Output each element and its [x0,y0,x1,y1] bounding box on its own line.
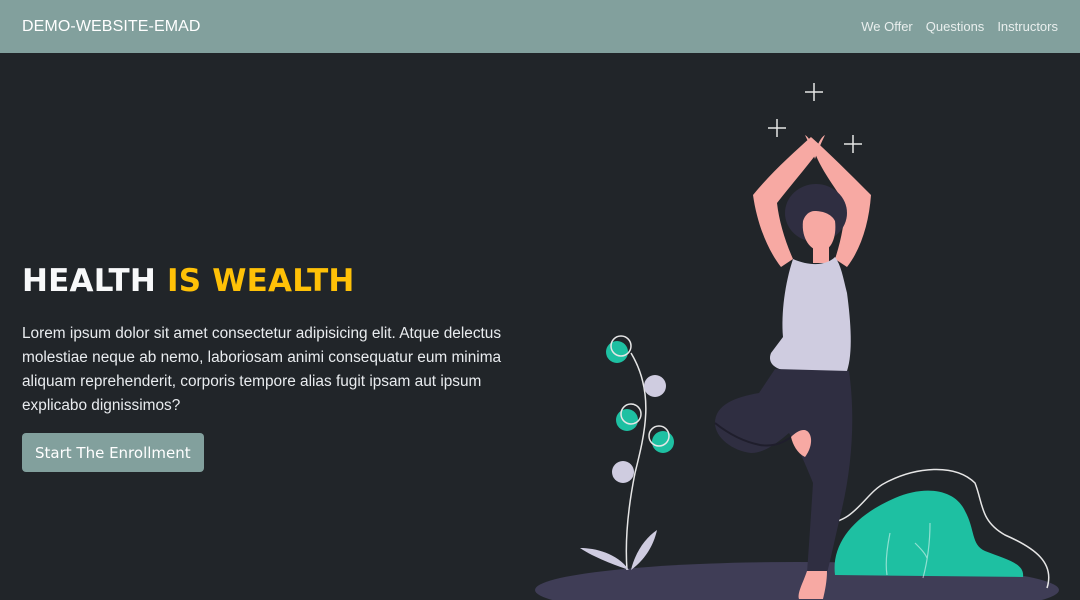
nav-link-we-offer[interactable]: We Offer [861,19,913,34]
nav-links: We Offer Questions Instructors [861,19,1058,34]
hero-title-part1: HEALTH [22,263,168,299]
nav-link-instructors[interactable]: Instructors [997,19,1058,34]
hero-title-part2: IS WEALTH [167,263,355,299]
navbar: DEMO-WEBSITE-EMAD We Offer Questions Ins… [0,0,1080,53]
hero-section: HEALTH IS WEALTH Lorem ipsum dolor sit a… [0,53,1080,600]
hero-text: HEALTH IS WEALTH Lorem ipsum dolor sit a… [22,263,522,472]
hero-title: HEALTH IS WEALTH [22,263,522,299]
bush-shape [824,468,1050,589]
plant-shape [580,335,674,571]
start-enrollment-button[interactable]: Start The Enrollment [22,433,204,472]
nav-link-questions[interactable]: Questions [926,19,985,34]
brand-logo[interactable]: DEMO-WEBSITE-EMAD [22,18,201,36]
yoga-woman-illustration [535,83,1059,600]
hero-description: Lorem ipsum dolor sit amet consectetur a… [22,325,502,414]
woman-figure [714,135,871,599]
